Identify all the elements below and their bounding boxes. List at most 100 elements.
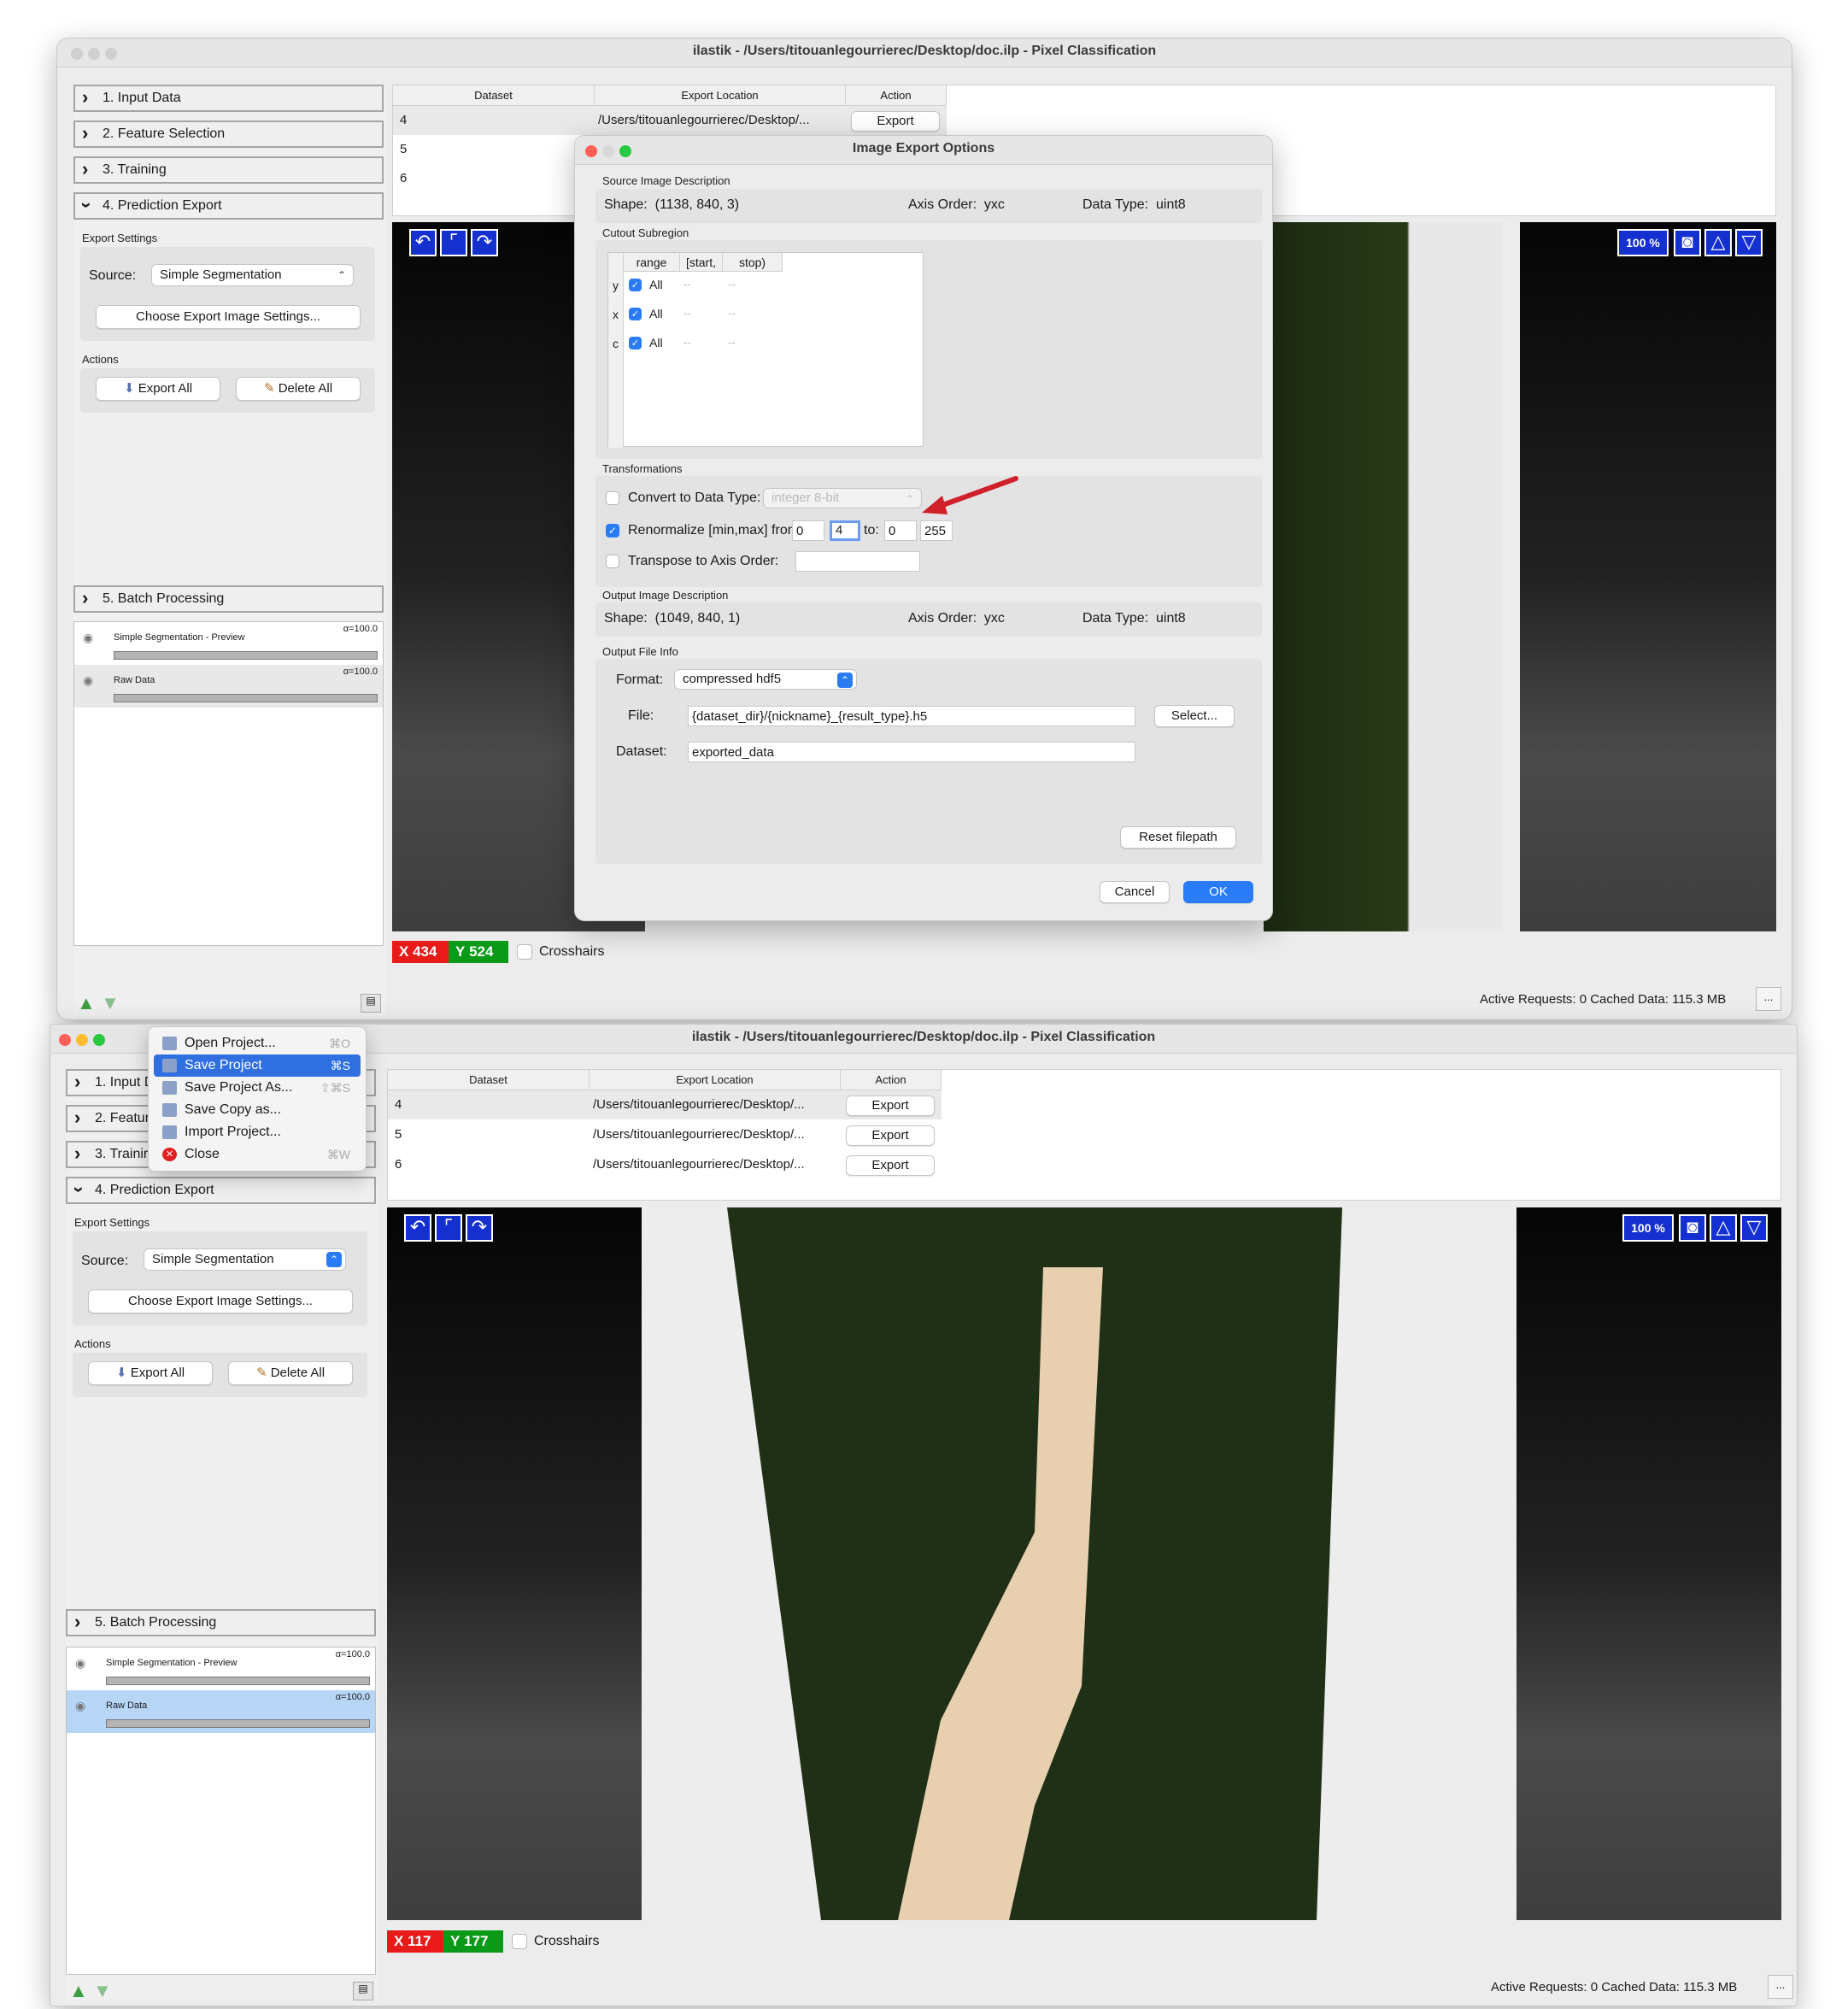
layer-item[interactable]: ◉ Raw Data α=100.0 [74,665,383,708]
camera-icon[interactable]: ◙ [1679,1214,1706,1242]
leaf-image [1264,222,1503,931]
convert-dtype-select[interactable]: integer 8-bit ⌃ [763,488,922,508]
crosshairs-checkbox[interactable] [512,1934,527,1949]
menu-item-open-project[interactable]: Open Project... ⌘O [154,1032,361,1054]
menu-item-close[interactable]: ✕ Close ⌘W [154,1143,361,1166]
triangle-up-icon[interactable]: △ [1704,229,1732,256]
ok-button[interactable]: OK [1183,881,1253,903]
export-all-button[interactable]: ⬇ Export All [88,1361,213,1385]
layer-options-icon[interactable]: ▤ [361,994,381,1013]
applet-batch-processing[interactable]: › 5. Batch Processing [73,585,384,613]
chevron-down-icon: › [68,1186,91,1193]
layer-options-icon[interactable]: ▤ [353,1982,373,2000]
start-field[interactable]: -- [683,278,691,291]
source-select[interactable]: Simple Segmentation ⌃ [151,264,354,286]
eye-icon[interactable]: ◉ [75,1656,85,1671]
layer-item[interactable]: ◉ Simple Segmentation - Preview α=100.0 [74,622,383,665]
triangle-up-icon[interactable]: △ [1710,1214,1737,1242]
dtype-label: Data Type: [1082,197,1149,212]
source-select[interactable]: Simple Segmentation ⌃ [144,1248,346,1271]
layer-list: ◉ Simple Segmentation - Preview α=100.0 … [73,621,384,946]
delete-all-button[interactable]: ✎ Delete All [228,1361,353,1385]
cancel-button[interactable]: Cancel [1100,881,1170,903]
format-select[interactable]: compressed hdf5 ⌃ [674,669,857,690]
image-viewer[interactable]: ↶ ⌜ ↷ 100 % ◙ △ ▽ [387,1207,1781,1920]
status-more-button[interactable]: ... [1768,1975,1793,1999]
output-file-heading: Output File Info [602,645,678,658]
move-layer-down-icon[interactable]: ▼ [101,992,123,1014]
choose-export-settings-button[interactable]: Choose Export Image Settings... [88,1289,353,1313]
crosshairs-checkbox[interactable] [517,944,532,960]
move-layer-up-icon[interactable]: ▲ [77,992,99,1014]
applet-batch-processing[interactable]: › 5. Batch Processing [66,1609,376,1636]
select-file-button[interactable]: Select... [1154,705,1235,727]
cutout-col-start: [start, [680,253,723,272]
status-more-button[interactable]: ... [1756,987,1781,1011]
reset-filepath-button[interactable]: Reset filepath [1120,826,1236,849]
stop-field[interactable]: -- [728,278,736,291]
applet-feature-selection[interactable]: › 2. Feature Selection [73,120,384,148]
delete-all-button[interactable]: ✎ Delete All [236,377,361,401]
export-all-label: Export All [130,1366,185,1380]
axis-c-label: c [613,337,619,350]
choose-export-settings-button[interactable]: Choose Export Image Settings... [96,305,361,329]
move-layer-down-icon[interactable]: ▼ [93,1980,115,2002]
rotate-right-icon[interactable]: ↷ [466,1214,493,1242]
stop-field[interactable]: -- [728,307,736,320]
start-field[interactable]: -- [683,307,691,320]
chevron-right-icon: › [82,587,89,608]
dataset-field[interactable]: exported_data [688,742,1135,762]
eye-icon[interactable]: ◉ [75,1699,85,1713]
export-row-button[interactable]: Export [846,1096,935,1116]
triangle-down-icon[interactable]: ▽ [1740,1214,1768,1242]
renorm-from-max[interactable]: 4 [830,520,860,541]
applet-input-data[interactable]: › 1. Input Data [73,85,384,112]
triangle-down-icon[interactable]: ▽ [1735,229,1763,256]
swap-axes-icon[interactable]: ⌜ [440,229,467,256]
range-all-checkbox-y[interactable]: ✓ [629,279,642,291]
move-layer-up-icon[interactable]: ▲ [69,1980,91,2002]
menu-item-save-project-as[interactable]: Save Project As... ⇧⌘S [154,1077,361,1099]
status-text: Active Requests: 0 Cached Data: 115.3 MB [1480,992,1727,1007]
menu-item-save-copy-as[interactable]: Save Copy as... [154,1099,361,1121]
camera-icon[interactable]: ◙ [1674,229,1701,256]
zoom-level[interactable]: 100 % [1617,229,1669,256]
applet-prediction-export[interactable]: › 4. Prediction Export [66,1177,376,1204]
renorm-to-min[interactable]: 0 [884,520,917,541]
renorm-from-min[interactable]: 0 [792,520,824,541]
export-row-button[interactable]: Export [846,1125,935,1146]
file-path-field[interactable]: {dataset_dir}/{nickname}_{result_type}.h… [688,706,1135,726]
applet-prediction-export[interactable]: › 4. Prediction Export [73,192,384,220]
eye-icon[interactable]: ◉ [83,673,93,688]
applet-label: 4. Prediction Export [95,1183,214,1197]
convert-dtype-checkbox[interactable] [606,491,619,505]
layer-item[interactable]: ◉ Simple Segmentation - Preview α=100.0 [67,1648,375,1690]
rotate-right-icon[interactable]: ↷ [471,229,498,256]
rotate-left-icon[interactable]: ↶ [409,229,437,256]
range-all-checkbox-c[interactable]: ✓ [629,337,642,350]
eye-icon[interactable]: ◉ [83,631,93,645]
export-row-button[interactable]: Export [846,1155,935,1176]
zoom-level[interactable]: 100 % [1622,1214,1674,1242]
rotate-left-icon[interactable]: ↶ [404,1214,431,1242]
menu-item-save-project[interactable]: Save Project ⌘S [154,1054,361,1077]
menu-item-import-project[interactable]: Import Project... [154,1121,361,1143]
renormalize-checkbox[interactable]: ✓ [606,524,619,537]
opacity-slider[interactable] [106,1719,370,1728]
transpose-axis-field[interactable] [795,551,920,572]
transpose-checkbox[interactable] [606,555,619,568]
export-row-button[interactable]: Export [851,111,940,132]
range-all-checkbox-x[interactable]: ✓ [629,308,642,320]
opacity-slider[interactable] [106,1677,370,1685]
swap-axes-icon[interactable]: ⌜ [435,1214,462,1242]
cutout-heading: Cutout Subregion [602,226,689,239]
opacity-slider[interactable] [114,694,378,702]
actions-group: ⬇ Export All ✎ Delete All [73,1353,367,1397]
stop-field[interactable]: -- [728,336,736,349]
export-all-button[interactable]: ⬇ Export All [96,377,220,401]
opacity-slider[interactable] [114,651,378,660]
start-field[interactable]: -- [683,336,691,349]
layer-item-selected[interactable]: ◉ Raw Data α=100.0 [67,1690,375,1733]
applet-label: 5. Batch Processing [95,1615,217,1630]
applet-training[interactable]: › 3. Training [73,156,384,184]
